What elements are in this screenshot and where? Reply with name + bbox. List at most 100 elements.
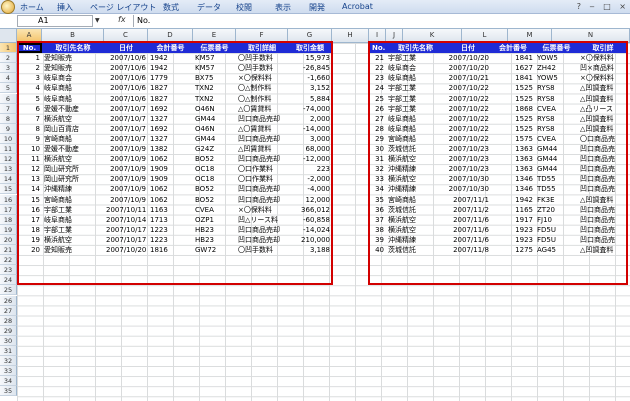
row-header[interactable]: 23 [0, 265, 17, 276]
tab-home[interactable]: ホーム [20, 2, 44, 13]
table-cell[interactable]: 2007/10/6 [104, 94, 148, 104]
table-cell[interactable]: 〇凹手数料 [236, 53, 288, 63]
table-cell[interactable]: OC18 [193, 174, 236, 184]
table-cell[interactable]: 宮崎商船 [42, 195, 104, 205]
column-title[interactable]: 伝票番号 [535, 43, 578, 53]
table-cell[interactable]: AG45 [535, 245, 578, 255]
table-cell[interactable]: 2007/10/6 [104, 83, 148, 93]
table-cell[interactable]: 2007/11/6 [445, 215, 491, 225]
table-cell[interactable]: 1525 [491, 124, 535, 134]
table-cell[interactable]: 2007/10/9 [104, 154, 148, 164]
table-cell[interactable]: GM44 [535, 164, 578, 174]
table-cell[interactable]: 〇凹手数料 [236, 245, 288, 255]
table-cell[interactable]: KM57 [193, 53, 236, 63]
table-cell[interactable]: 1525 [491, 83, 535, 93]
table-cell[interactable]: 2007/10/23 [445, 144, 491, 154]
table-cell[interactable]: 横浜航空 [42, 235, 104, 245]
table-cell[interactable]: -26,845 [288, 63, 332, 73]
table-cell[interactable]: 5,884 [288, 94, 332, 104]
table-cell[interactable]: 1909 [148, 164, 193, 174]
table-cell[interactable]: 1 [17, 53, 42, 63]
table-cell[interactable]: -74,000 [288, 104, 332, 114]
table-cell[interactable]: 凹口商品売 [578, 235, 628, 245]
table-cell[interactable]: RYS8 [535, 124, 578, 134]
table-cell[interactable]: 2007/10/20 [445, 53, 491, 63]
table-cell[interactable]: 〇口作業料 [236, 164, 288, 174]
table-cell[interactable]: 1923 [491, 225, 535, 235]
row-header[interactable]: 7 [0, 103, 17, 114]
table-cell[interactable]: 11 [17, 154, 42, 164]
table-cell[interactable]: OC18 [193, 164, 236, 174]
table-cell[interactable]: GM44 [193, 114, 236, 124]
table-cell[interactable]: YOW5 [535, 73, 578, 83]
row-header[interactable]: 12 [0, 154, 17, 165]
table-cell[interactable]: 1275 [491, 245, 535, 255]
table-cell[interactable]: GW72 [193, 245, 236, 255]
row-header[interactable]: 17 [0, 204, 17, 215]
function-icon[interactable]: fx [118, 15, 126, 24]
table-cell[interactable]: CVEA [535, 134, 578, 144]
table-cell[interactable]: 2007/10/22 [445, 134, 491, 144]
table-cell[interactable]: 凹口商品売却 [236, 154, 288, 164]
table-cell[interactable]: 1525 [491, 114, 535, 124]
table-cell[interactable]: ×〇保料料 [578, 53, 628, 63]
row-header[interactable]: 8 [0, 113, 17, 124]
table-cell[interactable]: 366,012 [288, 205, 332, 215]
row-header[interactable]: 11 [0, 144, 17, 155]
table-cell[interactable]: 1062 [148, 154, 193, 164]
column-header-f[interactable]: F [236, 29, 288, 43]
table-cell[interactable]: 20 [17, 245, 42, 255]
table-cell[interactable]: 16 [17, 205, 42, 215]
table-cell[interactable]: 1575 [491, 134, 535, 144]
table-cell[interactable]: ×〇保料料 [578, 73, 628, 83]
table-cell[interactable]: FD5U [535, 235, 578, 245]
table-cell[interactable]: G24Z [193, 144, 236, 154]
table-cell[interactable]: △〇賃貸料 [236, 104, 288, 114]
row-header[interactable]: 33 [0, 366, 17, 377]
table-cell[interactable]: 岐阜商船 [386, 114, 445, 124]
table-cell[interactable]: 2007/10/22 [445, 94, 491, 104]
table-cell[interactable]: 1163 [148, 205, 193, 215]
table-cell[interactable]: 沖縄精練 [42, 184, 104, 194]
table-cell[interactable]: KM57 [193, 63, 236, 73]
table-cell[interactable]: △凹調査料 [578, 245, 628, 255]
table-cell[interactable]: 宇部工業 [386, 83, 445, 93]
table-cell[interactable]: 愛知販売 [42, 63, 104, 73]
table-cell[interactable]: 茨城信託 [386, 245, 445, 255]
column-header-d[interactable]: D [148, 29, 193, 43]
table-cell[interactable]: 凹△リース料 [236, 215, 288, 225]
table-cell[interactable]: 1692 [148, 104, 193, 114]
select-all-corner[interactable] [0, 29, 17, 43]
row-header[interactable]: 2 [0, 53, 17, 64]
table-cell[interactable]: 凹口商品売却 [236, 195, 288, 205]
table-cell[interactable]: 岐阜商船 [386, 73, 445, 83]
table-cell[interactable]: 宇部工業 [42, 225, 104, 235]
row-header[interactable]: 32 [0, 356, 17, 367]
table-cell[interactable]: 1942 [148, 53, 193, 63]
table-cell[interactable]: 宇部工業 [386, 53, 445, 63]
table-cell[interactable]: 宮崎商船 [386, 195, 445, 205]
column-header-c[interactable]: C [104, 29, 148, 43]
table-cell[interactable]: 凹口商品売却 [236, 134, 288, 144]
row-header[interactable]: 13 [0, 164, 17, 175]
table-cell[interactable]: ×〇保料料 [236, 205, 288, 215]
table-cell[interactable]: 岡山研究所 [42, 174, 104, 184]
tab-review[interactable]: 校閲 [236, 2, 252, 13]
table-cell[interactable]: 1327 [148, 114, 193, 124]
table-cell[interactable]: 1917 [491, 215, 535, 225]
table-cell[interactable]: 2007/11/6 [445, 235, 491, 245]
column-title[interactable]: 取引先名称 [386, 43, 445, 53]
table-cell[interactable]: 凹口商品売 [578, 174, 628, 184]
table-cell[interactable]: △凹調査料 [578, 83, 628, 93]
table-cell[interactable]: 17 [17, 215, 42, 225]
table-cell[interactable]: 岐阜商船 [42, 94, 104, 104]
table-cell[interactable]: BO52 [193, 195, 236, 205]
table-cell[interactable]: 19 [17, 235, 42, 245]
table-cell[interactable]: 1827 [148, 83, 193, 93]
table-cell[interactable]: 2007/10/17 [104, 225, 148, 235]
table-cell[interactable]: 1827 [148, 94, 193, 104]
table-cell[interactable]: 宇部工業 [42, 205, 104, 215]
table-cell[interactable]: 1692 [148, 124, 193, 134]
row-header[interactable]: 27 [0, 305, 17, 316]
table-cell[interactable]: 1525 [491, 94, 535, 104]
